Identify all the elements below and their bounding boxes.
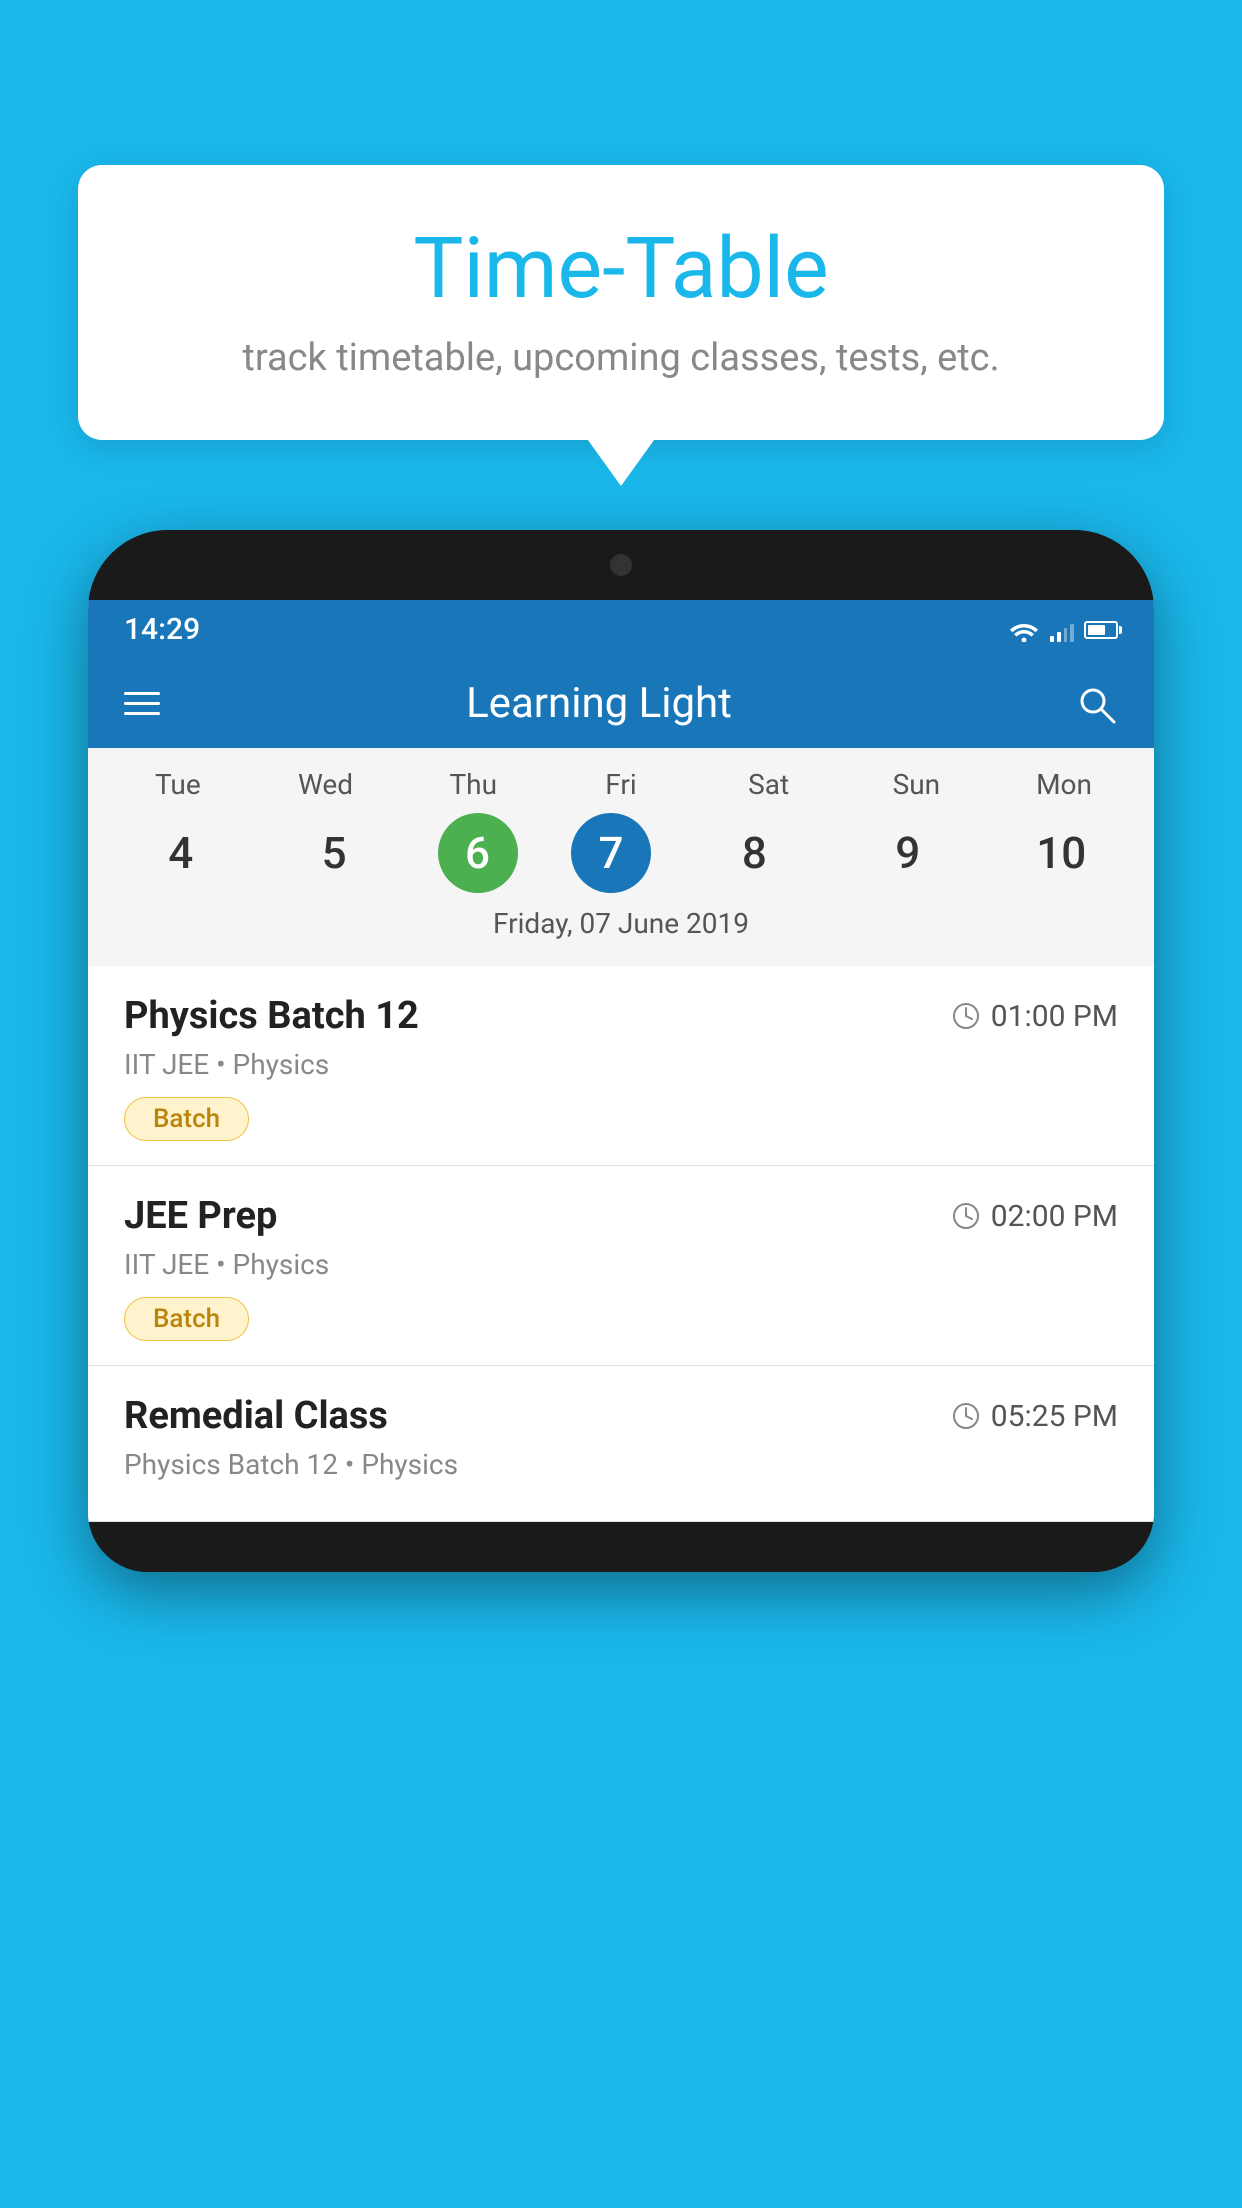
clock-icon xyxy=(951,1201,981,1231)
event-time-wrapper: 01:00 PM xyxy=(951,999,1118,1034)
bubble-title: Time-Table xyxy=(138,219,1104,318)
battery-fill xyxy=(1088,625,1105,635)
day-header-fri: Fri xyxy=(571,768,671,801)
phone-camera xyxy=(610,554,632,576)
day-header-thu: Thu xyxy=(423,768,523,801)
clock-icon xyxy=(951,1401,981,1431)
wifi-icon xyxy=(1008,618,1040,642)
event-time: 01:00 PM xyxy=(991,999,1118,1034)
event-row1: Physics Batch 12 01:00 PM xyxy=(124,994,1118,1038)
day-9[interactable]: 9 xyxy=(858,813,958,893)
events-container: Physics Batch 12 01:00 PM IIT JEE • Phys… xyxy=(88,966,1154,1522)
day-header-tue: Tue xyxy=(128,768,228,801)
clock-icon xyxy=(951,1001,981,1031)
search-button[interactable] xyxy=(1074,682,1118,726)
event-title: JEE Prep xyxy=(124,1194,277,1238)
app-header: Learning Light xyxy=(88,659,1154,748)
search-icon xyxy=(1074,682,1118,726)
phone-wrapper: 14:29 xyxy=(88,530,1154,2208)
event-time: 05:25 PM xyxy=(991,1399,1118,1434)
selected-date-label: Friday, 07 June 2019 xyxy=(88,893,1154,956)
status-icons xyxy=(1008,618,1118,642)
event-title: Physics Batch 12 xyxy=(124,994,419,1038)
event-item-jee-prep[interactable]: JEE Prep 02:00 PM IIT JEE • Physics Batc… xyxy=(88,1166,1154,1366)
event-tag-batch: Batch xyxy=(124,1297,249,1341)
event-time-wrapper: 02:00 PM xyxy=(951,1199,1118,1234)
phone-notch xyxy=(591,535,651,595)
day-header-wed: Wed xyxy=(276,768,376,801)
day-6-today[interactable]: 6 xyxy=(438,813,518,893)
speech-bubble: Time-Table track timetable, upcoming cla… xyxy=(78,165,1164,440)
event-item-remedial[interactable]: Remedial Class 05:25 PM Physics Batch 12… xyxy=(88,1366,1154,1522)
event-item-physics-batch[interactable]: Physics Batch 12 01:00 PM IIT JEE • Phys… xyxy=(88,966,1154,1166)
day-7-selected[interactable]: 7 xyxy=(571,813,651,893)
app-title: Learning Light xyxy=(124,679,1074,728)
status-time: 14:29 xyxy=(124,612,200,647)
day-4[interactable]: 4 xyxy=(131,813,231,893)
phone-bottom-bezel xyxy=(88,1522,1154,1572)
day-numbers: 4 5 6 7 8 9 10 xyxy=(88,813,1154,893)
day-5[interactable]: 5 xyxy=(284,813,384,893)
phone-screen: 14:29 xyxy=(88,600,1154,1522)
day-header-mon: Mon xyxy=(1014,768,1114,801)
battery-icon xyxy=(1084,621,1118,639)
bubble-subtitle: track timetable, upcoming classes, tests… xyxy=(138,336,1104,380)
status-bar: 14:29 xyxy=(88,600,1154,659)
event-subtitle: Physics Batch 12 • Physics xyxy=(124,1448,1118,1481)
event-time-wrapper: 05:25 PM xyxy=(951,1399,1118,1434)
day-10[interactable]: 10 xyxy=(1011,813,1111,893)
calendar-strip: Tue Wed Thu Fri Sat Sun Mon 4 5 6 7 8 9 … xyxy=(88,748,1154,966)
phone-bezel-top xyxy=(88,530,1154,600)
day-headers: Tue Wed Thu Fri Sat Sun Mon xyxy=(88,768,1154,801)
signal-icon xyxy=(1050,618,1074,642)
day-8[interactable]: 8 xyxy=(704,813,804,893)
phone-frame: 14:29 xyxy=(88,530,1154,1572)
day-header-sat: Sat xyxy=(719,768,819,801)
event-row1: JEE Prep 02:00 PM xyxy=(124,1194,1118,1238)
event-title: Remedial Class xyxy=(124,1394,388,1438)
day-header-sun: Sun xyxy=(866,768,966,801)
event-time: 02:00 PM xyxy=(991,1199,1118,1234)
event-row1: Remedial Class 05:25 PM xyxy=(124,1394,1118,1438)
event-subtitle: IIT JEE • Physics xyxy=(124,1048,1118,1081)
event-subtitle: IIT JEE • Physics xyxy=(124,1248,1118,1281)
event-tag-batch: Batch xyxy=(124,1097,249,1141)
